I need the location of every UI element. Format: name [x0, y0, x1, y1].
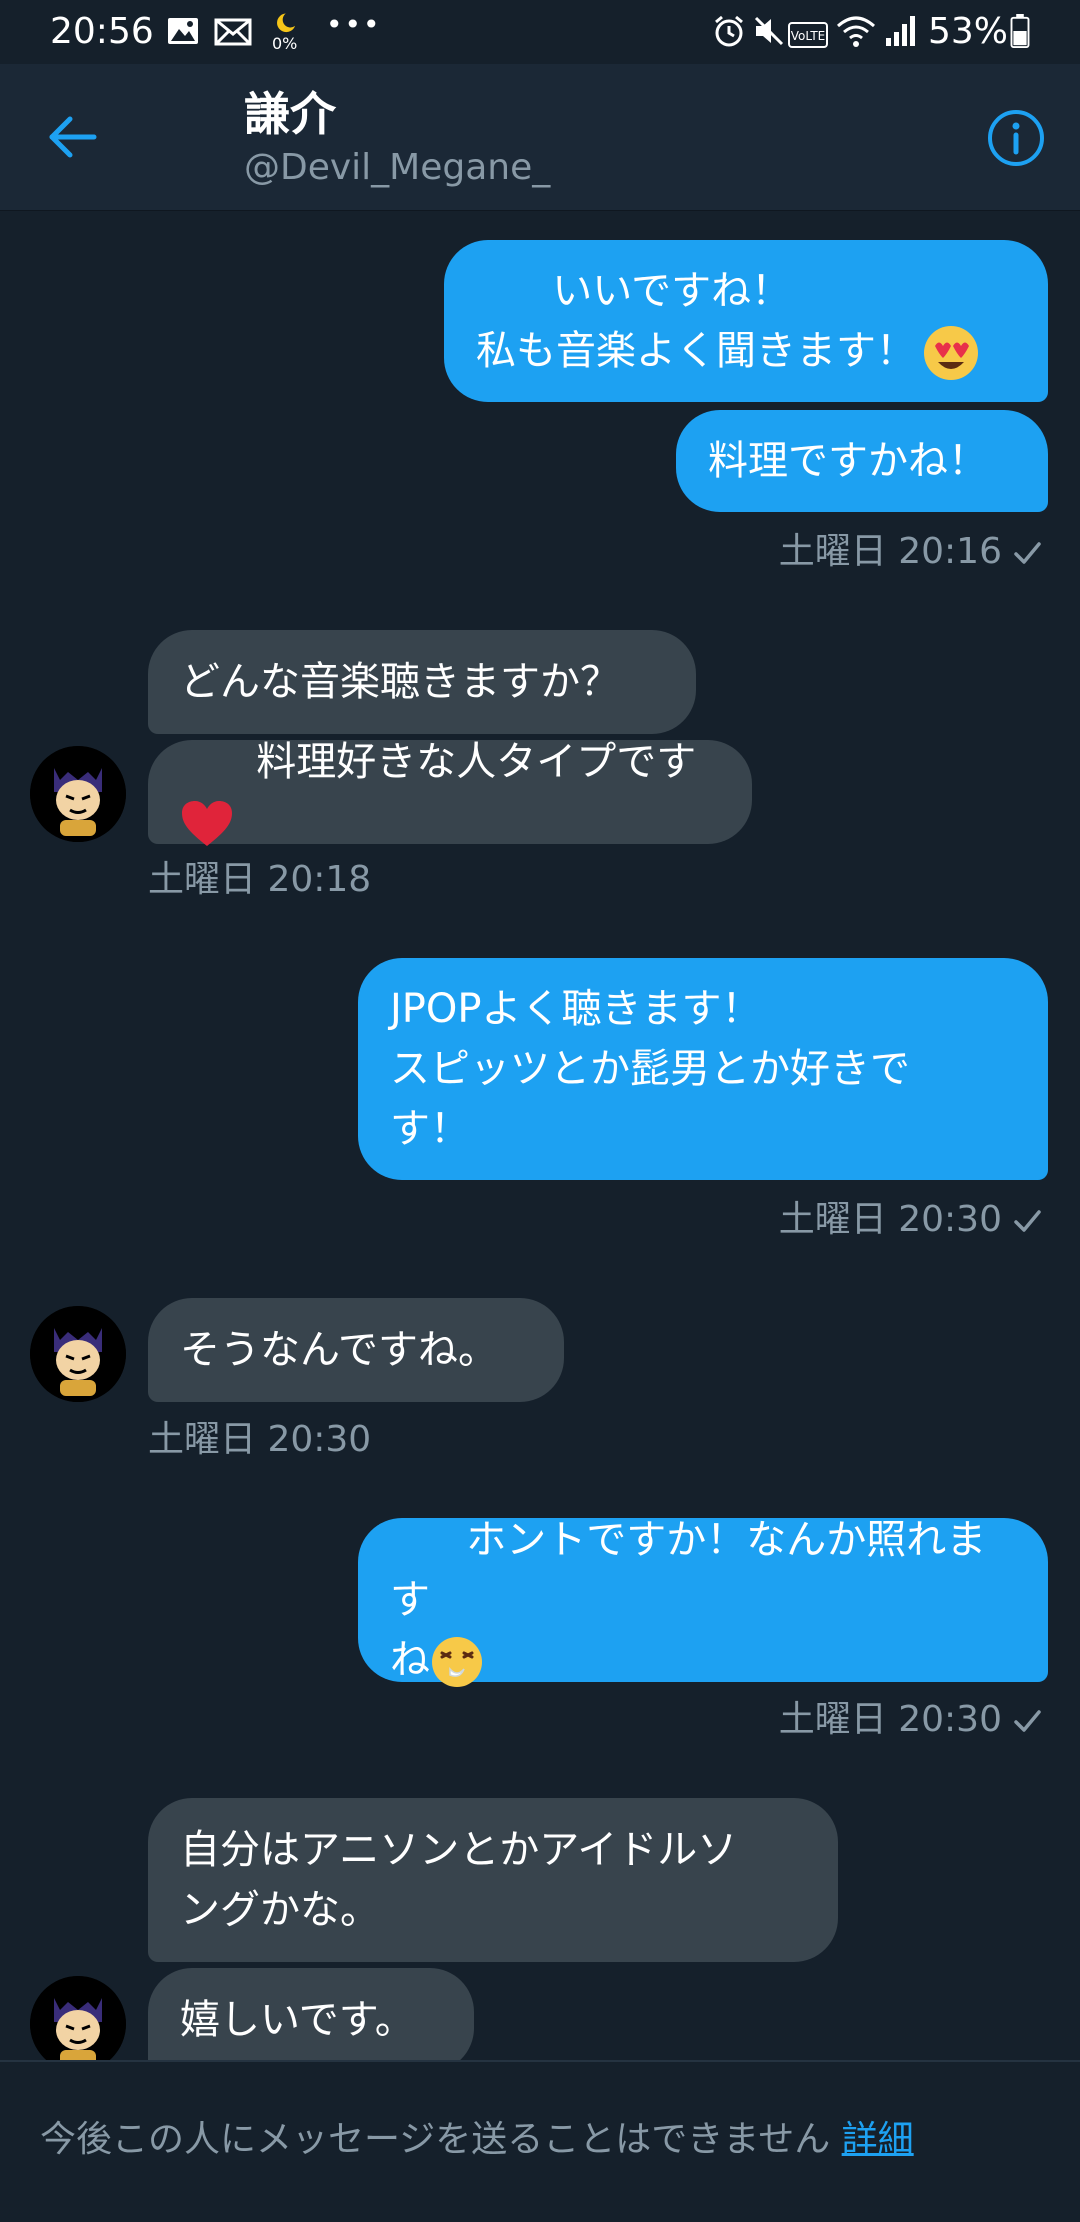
- message-bubble-received[interactable]: 自分はアニソンとかアイドルソ ングかな。: [148, 1798, 838, 1962]
- contact-handle: @Devil_Megane_: [244, 147, 551, 188]
- overflow-indicator: •••: [326, 8, 382, 41]
- message-timestamp: 土曜日 20:30: [779, 1198, 1042, 1242]
- volte-icon: VoLTE: [788, 22, 828, 48]
- message-bubble-received[interactable]: 料理好きな人タイプです: [148, 739, 752, 846]
- message-bubble-sent[interactable]: 料理ですかね！: [676, 410, 1048, 512]
- sent-check-icon: [1014, 542, 1041, 564]
- avatar[interactable]: [30, 1306, 126, 1402]
- message-timestamp: 土曜日 20:16: [779, 530, 1042, 574]
- battery-percent: 53%: [928, 11, 1009, 52]
- message-text: いいですね！ 私も音楽よく聞きます！: [476, 267, 916, 374]
- heart-eyes-emoji-icon: [924, 325, 978, 380]
- message-bubble-sent[interactable]: JPOPよく聴きます！ スピッツとか髭男とか好きで す！: [358, 958, 1048, 1180]
- status-time: 20:56: [50, 11, 154, 52]
- message-bubble-sent[interactable]: いいですね！ 私も音楽よく聞きます！: [444, 240, 1048, 402]
- devil-character-avatar-icon: [30, 746, 126, 842]
- message-bubble-received[interactable]: 嬉しいです。: [148, 1968, 474, 2072]
- sent-check-icon: [1014, 1210, 1041, 1232]
- mute-icon: [754, 16, 784, 46]
- signal-icon: [886, 16, 915, 46]
- sent-check-icon: [1014, 1710, 1041, 1732]
- wifi-icon: [837, 16, 875, 47]
- svg-text:VoLTE: VoLTE: [791, 29, 826, 43]
- message-bubble-received[interactable]: そうなんですね。: [148, 1298, 564, 1402]
- back-arrow-icon[interactable]: [40, 104, 106, 170]
- message-timestamp: 土曜日 20:18: [148, 859, 372, 900]
- message-text: JPOPよく聴きます！ スピッツとか髭男とか好きで す！: [390, 986, 910, 1152]
- message-text: 嬉しいです。: [180, 1997, 415, 2043]
- message-text: 料理好きな人タイプです: [256, 739, 697, 785]
- conversation-header: 謙介 @Devil_Megane_: [0, 64, 1080, 211]
- dm-unavailable-notice: 今後この人にメッセージを送ることはできません 詳細: [40, 2118, 914, 2162]
- data-saver-label: 0%: [272, 34, 298, 53]
- mail-icon: [214, 18, 252, 46]
- info-icon[interactable]: [986, 108, 1046, 168]
- message-bubble-sent[interactable]: ホントですか！なんか照れます ね: [358, 1517, 1048, 1687]
- image-icon: [168, 18, 198, 44]
- message-timestamp: 土曜日 20:30: [148, 1419, 372, 1460]
- avatar[interactable]: [30, 746, 126, 842]
- alarm-icon: [715, 15, 743, 47]
- dm-unavailable-footer: 今後この人にメッセージを送ることはできません 詳細: [0, 2060, 1080, 2222]
- message-timestamp: 土曜日 20:30: [779, 1698, 1042, 1742]
- message-text: そうなんですね。: [180, 1327, 498, 1373]
- notice-text: 今後この人にメッセージを送ることはできません: [40, 2119, 831, 2160]
- contact-name: 謙介: [244, 87, 336, 141]
- red-heart-emoji-icon: [182, 801, 232, 846]
- details-link[interactable]: 詳細: [842, 2119, 914, 2160]
- status-bar: 20:56 0% ••• VoLTE 53%: [0, 0, 1080, 64]
- devil-character-avatar-icon: [30, 1976, 126, 2072]
- devil-character-avatar-icon: [30, 1306, 126, 1402]
- avatar[interactable]: [30, 1976, 126, 2072]
- battery-icon: [1010, 14, 1030, 48]
- message-text: 料理ですかね！: [708, 438, 988, 484]
- message-text: 自分はアニソンとかアイドルソ ングかな。: [180, 1827, 738, 1933]
- sneezing-face-emoji-icon: [432, 1637, 482, 1687]
